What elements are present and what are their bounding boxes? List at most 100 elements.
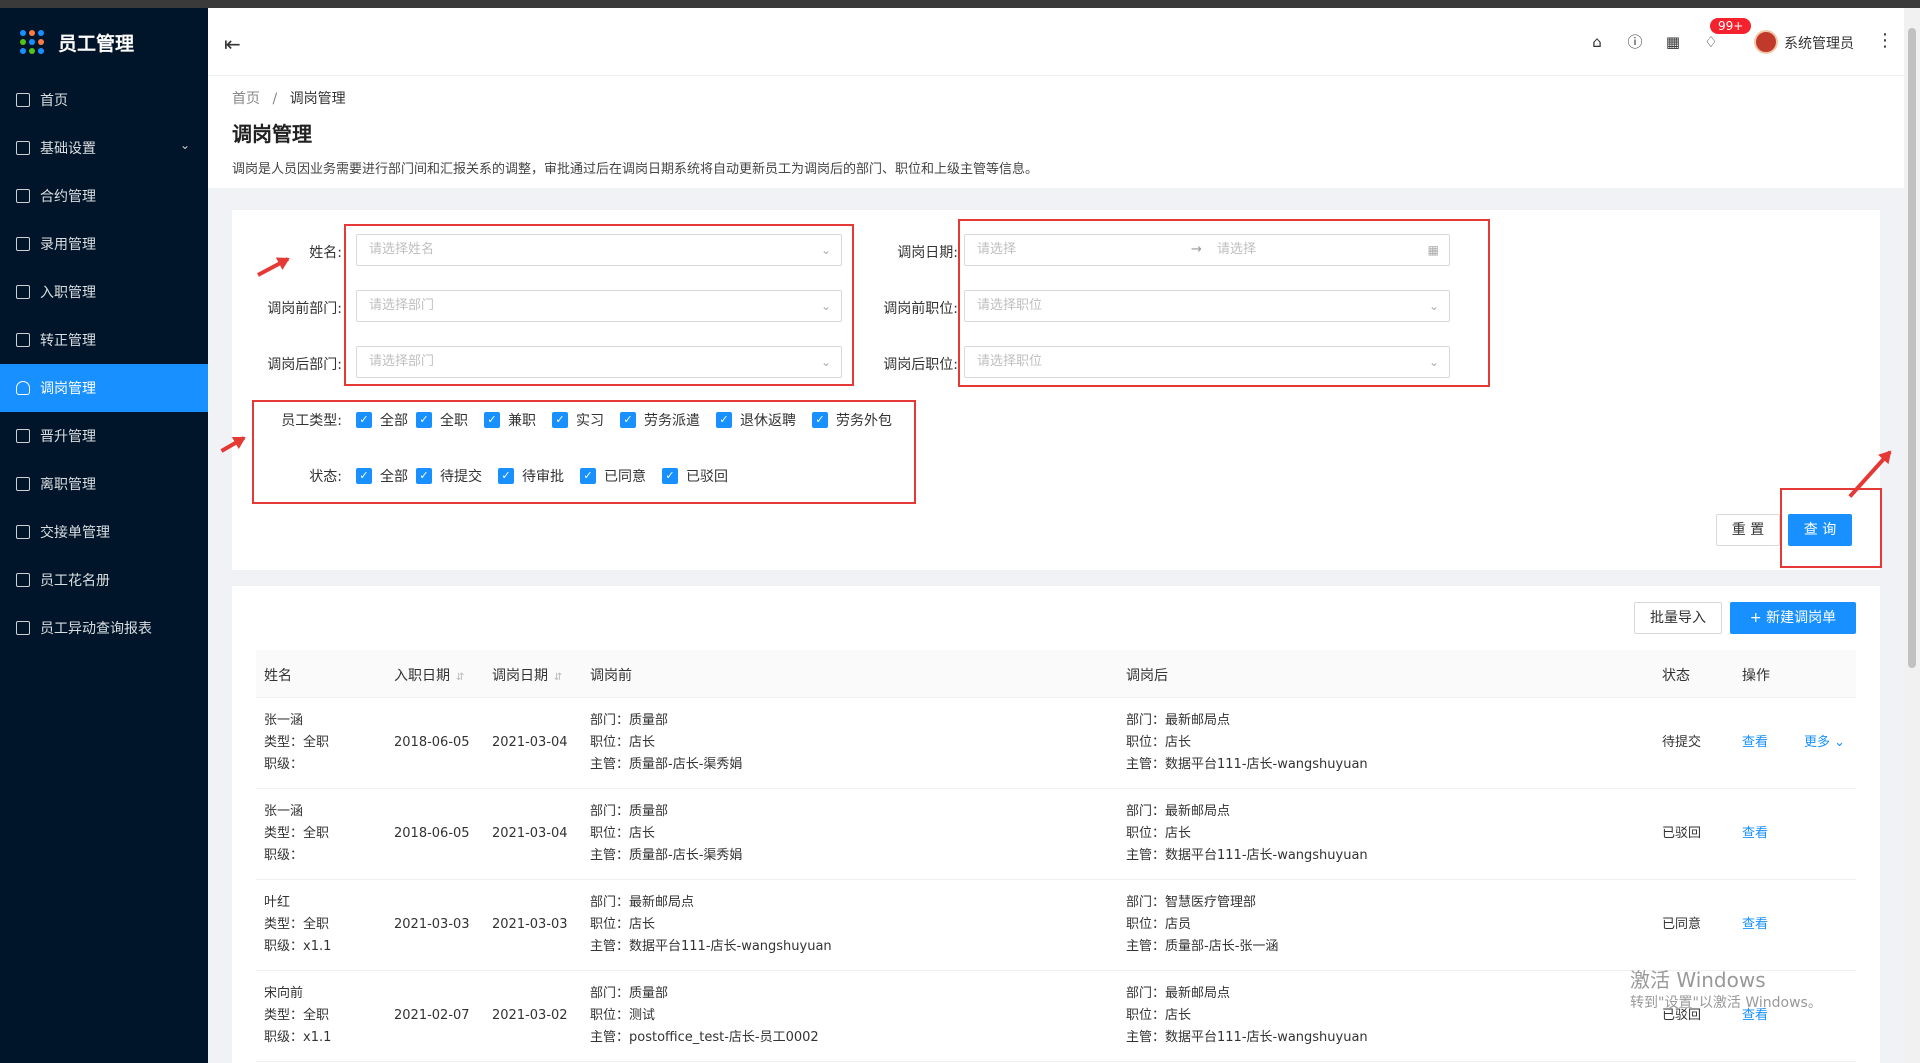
cell-name: 叶红 类型：全职 职级：x1.1 — [264, 895, 332, 954]
col-after: 调岗后 — [1126, 668, 1168, 684]
sidebar-item-label: 员工异动查询报表 — [40, 621, 152, 637]
apps-icon[interactable]: ▦ — [1664, 33, 1682, 51]
new-transfer-button[interactable]: + 新建调岗单 — [1730, 602, 1856, 634]
after-dept-label: 调岗后部门: — [267, 357, 342, 373]
sidebar-item-hiring[interactable]: 录用管理 — [0, 220, 208, 268]
cell-name: 张一涵 类型：全职 职级： — [264, 713, 330, 772]
page-header: 首页 / 调岗管理 调岗管理 调岗是人员因业务需要进行部门间和汇报关系的调整，审… — [208, 76, 1904, 188]
view-link[interactable]: 查看 — [1742, 823, 1768, 845]
cell-name: 宋向前 类型：全职 职级：x1.1 — [264, 986, 332, 1045]
report-icon — [16, 621, 30, 635]
cell-after: 部门：最新邮局点 职位：店长 主管：数据平台111-店长-wangshuyuan — [1126, 713, 1368, 772]
doc-icon — [16, 429, 30, 443]
annotation-box-query — [1780, 488, 1882, 568]
sidebar-item-handover[interactable]: 交接单管理 — [0, 508, 208, 556]
col-transfer-date-label: 调岗日期 — [492, 668, 548, 684]
cell-hire-date: 2018-06-05 — [394, 826, 470, 841]
page-scrollbar[interactable] — [1904, 8, 1920, 1063]
help-icon[interactable]: ⓘ — [1626, 33, 1644, 51]
breadcrumb-separator: / — [272, 91, 278, 107]
before-dept-label: 调岗前部门: — [267, 301, 342, 317]
sidebar-item-resignation[interactable]: 离职管理 — [0, 460, 208, 508]
app-title: 员工管理 — [58, 32, 135, 55]
sidebar-item-regularization[interactable]: 转正管理 — [0, 316, 208, 364]
grid-icon — [16, 333, 30, 347]
table-row: 叶红 类型：全职 职级：x1.1 2021-03-03 2021-03-03 部门：… — [256, 880, 1856, 971]
cell-transfer-date: 2021-03-02 — [492, 1008, 568, 1023]
reset-button[interactable]: 重 置 — [1716, 514, 1780, 546]
sidebar-item-label: 合约管理 — [40, 189, 96, 205]
view-link[interactable]: 查看 — [1742, 914, 1768, 936]
cell-hire-date: 2018-06-05 — [394, 735, 470, 750]
cell-transfer-date: 2021-03-04 — [492, 826, 568, 841]
copy-icon — [16, 525, 30, 539]
sidebar-item-change-report[interactable]: 员工异动查询报表 — [0, 604, 208, 652]
book-icon — [16, 285, 30, 299]
annotation-box-checkboxes — [252, 400, 916, 504]
windows-activation-watermark: 激活 Windows — [1630, 968, 1766, 992]
col-before: 调岗前 — [590, 668, 632, 684]
batch-import-button[interactable]: 批量导入 — [1634, 602, 1722, 634]
apps-grid-icon — [20, 30, 44, 54]
cell-before: 部门：质量部 职位：店长 主管：质量部-店长-渠秀娟 — [590, 804, 743, 863]
cell-hire-date: 2021-03-03 — [394, 917, 470, 932]
table-row: 张一涵 类型：全职 职级： 2018-06-05 2021-03-04 部门：质量部… — [256, 789, 1856, 880]
sidebar-item-basic-settings[interactable]: 基础设置 ⌄ — [0, 124, 208, 172]
date-label: 调岗日期: — [897, 245, 958, 261]
mail-icon — [16, 141, 30, 155]
cell-status: 已驳回 — [1662, 826, 1702, 841]
sidebar-item-roster[interactable]: 员工花名册 — [0, 556, 208, 604]
roster-icon — [16, 573, 30, 587]
bell-icon[interactable]: ♢ — [1702, 33, 1720, 51]
col-transfer-date[interactable]: 调岗日期 ⇵ — [492, 665, 562, 685]
table-row: 宋向前 类型：全职 职级：x1.1 2021-02-07 2021-03-02 部门… — [256, 971, 1856, 1062]
sidebar-item-label: 交接单管理 — [40, 525, 110, 541]
cell-status: 已同意 — [1662, 917, 1702, 932]
more-dropdown[interactable]: 更多 ⌄ — [1804, 732, 1845, 754]
table-header: 姓名 入职日期 ⇵ 调岗日期 ⇵ 调岗前 调岗后 状态 操作 — [256, 650, 1856, 698]
cell-status: 待提交 — [1662, 735, 1702, 750]
cell-before: 部门：质量部 职位：测试 主管：postoffice_test-店长-员工0002 — [590, 986, 819, 1045]
more-label: 更多 — [1804, 735, 1831, 750]
sidebar-item-contracts[interactable]: 合约管理 — [0, 172, 208, 220]
scrollbar-thumb[interactable] — [1908, 28, 1916, 668]
cell-after: 部门：智慧医疗管理部 职位：店员 主管：质量部-店长-张一涵 — [1126, 895, 1279, 954]
col-hire-date[interactable]: 入职日期 ⇵ — [394, 665, 464, 685]
home-icon[interactable]: ⌂ — [1588, 33, 1606, 51]
table-row: 张一涵 类型：全职 职级： 2018-06-05 2021-03-04 部门：质量部… — [256, 698, 1856, 789]
col-status: 状态 — [1662, 668, 1690, 684]
more-vertical-icon[interactable]: ⋮ — [1876, 30, 1894, 51]
breadcrumb-home[interactable]: 首页 — [232, 91, 260, 107]
sidebar-item-onboarding[interactable]: 入职管理 — [0, 268, 208, 316]
sidebar-item-label: 录用管理 — [40, 237, 96, 253]
sort-icon: ⇵ — [554, 672, 563, 683]
sidebar-item-label: 入职管理 — [40, 285, 96, 301]
avatar[interactable] — [1754, 30, 1778, 54]
view-link[interactable]: 查看 — [1742, 732, 1768, 754]
user-leave-icon — [16, 477, 30, 491]
cell-after: 部门：最新邮局点 职位：店长 主管：数据平台111-店长-wangshuyuan — [1126, 804, 1368, 863]
logo[interactable]: 员工管理 — [0, 8, 208, 76]
chevron-down-icon: ⌄ — [179, 138, 190, 152]
form-icon — [16, 237, 30, 251]
browser-top-strip — [0, 0, 1920, 8]
sidebar: 员工管理 首页 基础设置 ⌄ 合约管理 录用管理 入职管理 转正管理 调岗管理 晋… — [0, 8, 208, 1063]
cell-after: 部门：最新邮局点 职位：店长 主管：数据平台111-店长-wangshuyuan — [1126, 986, 1368, 1045]
col-action: 操作 — [1742, 668, 1770, 684]
cell-transfer-date: 2021-03-03 — [492, 917, 568, 932]
plus-icon: + — [1749, 610, 1767, 626]
sidebar-item-label: 转正管理 — [40, 333, 96, 349]
page-description: 调岗是人员因业务需要进行部门间和汇报关系的调整，审批通过后在调岗日期系统将自动更… — [232, 162, 1039, 177]
windows-activation-hint: 转到"设置"以激活 Windows。 — [1630, 995, 1822, 1011]
before-pos-label: 调岗前职位: — [883, 301, 958, 317]
cell-name: 张一涵 类型：全职 职级： — [264, 804, 330, 863]
menu-collapse-icon[interactable]: ⇤ — [224, 32, 241, 56]
sidebar-item-transfer[interactable]: 调岗管理 — [0, 364, 208, 412]
annotation-box-right-fields — [958, 219, 1490, 387]
page-title: 调岗管理 — [232, 122, 312, 146]
username[interactable]: 系统管理员 — [1784, 33, 1854, 53]
cell-before: 部门：质量部 职位：店长 主管：质量部-店长-渠秀娟 — [590, 713, 743, 772]
col-name: 姓名 — [264, 668, 292, 684]
sidebar-item-promotion[interactable]: 晋升管理 — [0, 412, 208, 460]
sidebar-item-home[interactable]: 首页 — [0, 76, 208, 124]
